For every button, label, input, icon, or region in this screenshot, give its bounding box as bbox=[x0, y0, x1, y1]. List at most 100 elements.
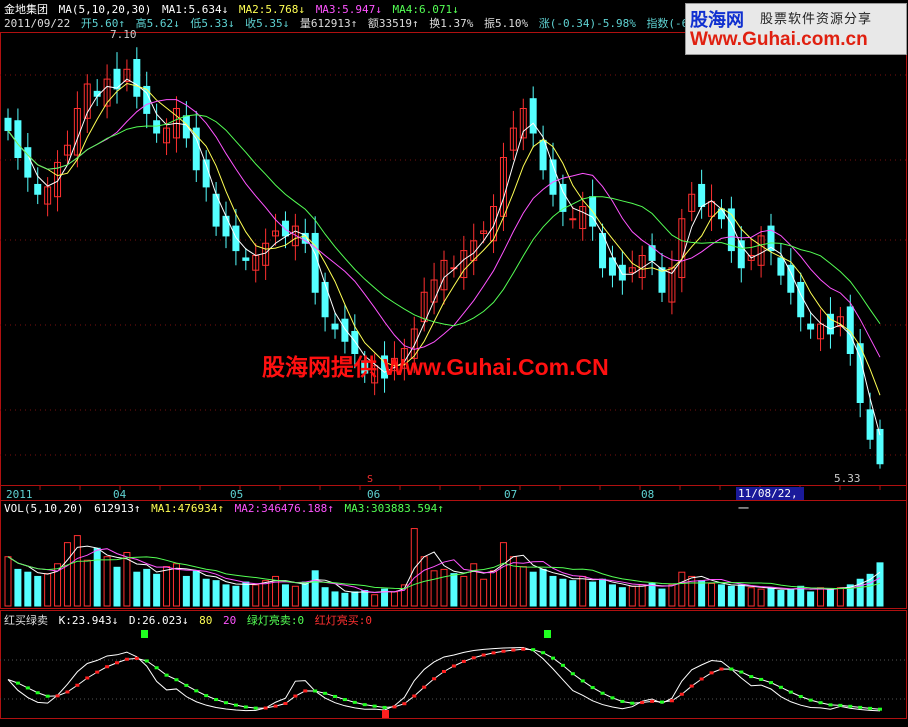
kd-signal-dot bbox=[283, 701, 288, 705]
candle-body bbox=[143, 85, 151, 114]
kd-signal-dot bbox=[253, 706, 258, 710]
volume-bar bbox=[113, 566, 121, 607]
kd-signal-dot bbox=[739, 670, 744, 674]
candle-body bbox=[698, 183, 706, 207]
candle-body bbox=[618, 264, 626, 281]
volume-bar bbox=[727, 585, 735, 607]
volume-bar bbox=[281, 584, 289, 607]
volume-bar bbox=[341, 592, 349, 607]
kd-signal-dot bbox=[124, 657, 129, 661]
volume-bar bbox=[440, 568, 448, 607]
quote-amount: 额33519↑ bbox=[367, 17, 419, 30]
volume-bar bbox=[519, 566, 527, 607]
kd-signal-dot bbox=[243, 705, 248, 709]
volume-bar bbox=[331, 591, 339, 607]
kd-signal-dot bbox=[828, 703, 833, 707]
kd-signal-dot bbox=[858, 705, 863, 709]
volume-bar bbox=[291, 585, 299, 607]
volume-bar bbox=[410, 528, 418, 607]
volume-bar bbox=[222, 584, 230, 607]
volume-bar bbox=[698, 580, 706, 607]
kd-signal-dot bbox=[600, 691, 605, 695]
volume-bar bbox=[133, 571, 141, 607]
kd-signal-dot bbox=[422, 685, 427, 689]
volume-bar bbox=[807, 591, 815, 607]
kd-signal-dot bbox=[541, 651, 546, 655]
kd-signal-dot bbox=[342, 698, 347, 702]
quote-date: 2011/09/22 bbox=[4, 17, 71, 30]
volume-bar bbox=[608, 584, 616, 607]
volume-bar bbox=[529, 571, 537, 607]
kd-signal-dot bbox=[303, 689, 308, 693]
candle-body bbox=[797, 281, 805, 318]
kd-signal-dot bbox=[689, 684, 694, 688]
kd-signal-dot bbox=[709, 671, 714, 675]
candle-body bbox=[331, 323, 339, 330]
volume-bar bbox=[123, 551, 131, 607]
kd-signal-dot bbox=[134, 656, 139, 660]
kd-signal-dot bbox=[749, 675, 754, 679]
volume-bar bbox=[14, 568, 22, 607]
ma1-value: MA1:5.634↓ bbox=[161, 3, 229, 16]
volume-bar bbox=[242, 581, 250, 607]
kd-signal-dot bbox=[333, 694, 337, 698]
kd-signal-dot bbox=[402, 702, 407, 706]
kd-signal-dot bbox=[15, 681, 20, 685]
logo-tagline: 股票软件资源分享 bbox=[760, 12, 873, 27]
kd-signal-dot bbox=[273, 704, 278, 708]
kd-signal-dot bbox=[640, 701, 645, 705]
kd-signal-dot bbox=[620, 699, 625, 703]
volume-bar bbox=[628, 585, 636, 607]
kd-signal-dot bbox=[204, 694, 209, 698]
watermark: 股海网提供 Www.Guhai.Com.CN bbox=[262, 354, 609, 380]
kd-signal-dot bbox=[412, 694, 417, 698]
candle-body bbox=[807, 323, 815, 330]
candle-body bbox=[341, 318, 349, 342]
volume-bar bbox=[549, 575, 557, 607]
volume-bar bbox=[430, 570, 438, 607]
candle-body bbox=[232, 225, 240, 252]
volume-bar bbox=[163, 566, 171, 607]
volume-bar bbox=[202, 578, 210, 607]
volume-bar bbox=[509, 556, 517, 607]
max-price-label: 7.10 bbox=[110, 28, 137, 41]
kd-signal-dot bbox=[501, 649, 506, 653]
kd-signal-dot bbox=[590, 686, 595, 690]
kd-signal-dot bbox=[75, 683, 80, 687]
kd-upper: 80 bbox=[199, 614, 213, 627]
date-label: 04 bbox=[113, 488, 127, 501]
kd-signal-dot bbox=[868, 706, 873, 710]
ma3-value: MA3:5.947↓ bbox=[315, 3, 382, 16]
kd-signal-dot bbox=[580, 679, 585, 683]
kd-signal-dot bbox=[372, 704, 377, 708]
guhai-logo: 股海网 股票软件资源分享 Www.Guhai.com.cn bbox=[685, 3, 907, 55]
volume-bar bbox=[499, 542, 507, 607]
kd-signal-dot bbox=[352, 700, 357, 704]
volume-bar bbox=[182, 575, 190, 607]
kd-signal-dot bbox=[511, 648, 516, 652]
kd-signal-dot bbox=[719, 667, 724, 671]
volume-bar bbox=[321, 587, 329, 607]
volume-bar bbox=[777, 590, 785, 607]
kd-signal-dot bbox=[798, 694, 803, 698]
volume-bar bbox=[212, 580, 220, 607]
kd-signal-dot bbox=[194, 689, 199, 693]
kd-green-sell: 绿灯亮卖:0 bbox=[246, 614, 305, 627]
quote-volume: 量612913↑ bbox=[299, 17, 358, 30]
kd-label: 红买绿卖 bbox=[4, 614, 48, 627]
volume-bar bbox=[826, 588, 834, 607]
volume-bar bbox=[668, 584, 676, 607]
kd-signal-dot bbox=[95, 670, 100, 674]
volume-bar bbox=[4, 556, 12, 607]
volume-bar bbox=[579, 575, 587, 607]
kd-signal-dot bbox=[174, 678, 179, 682]
kd-signal-dot bbox=[818, 701, 823, 705]
volume-bar bbox=[390, 591, 398, 607]
volume-bar bbox=[63, 542, 71, 607]
kd-signal-dot bbox=[788, 690, 793, 694]
vol-label: VOL(5,10,20) bbox=[4, 502, 84, 515]
kd-signal-dot bbox=[848, 704, 853, 708]
candle-body bbox=[777, 257, 785, 276]
kd-signal-dot bbox=[45, 694, 50, 698]
kd-signal-dot bbox=[560, 663, 565, 667]
